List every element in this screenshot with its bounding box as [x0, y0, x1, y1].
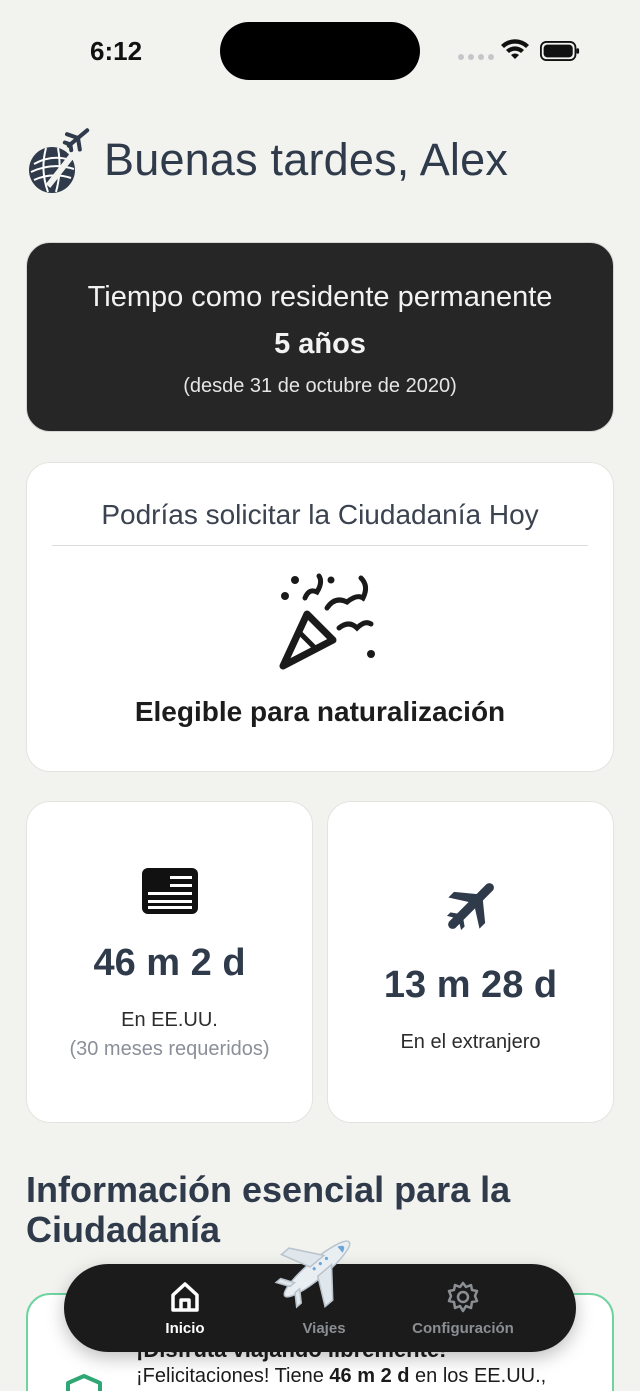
days-in-us-card: 46 m 2 d En EE.UU. (30 meses requeridos): [26, 801, 313, 1123]
dynamic-island: [220, 22, 420, 80]
globe-plane-logo-icon: [29, 128, 90, 193]
required-months-note: (30 meses requeridos): [69, 1038, 270, 1060]
greeting-title: Buenas tardes, Alex: [104, 134, 509, 185]
residency-title: Tiempo como residente permanente: [87, 281, 553, 313]
residency-since: (desde 31 de octubre de 2020): [183, 375, 457, 397]
eligibility-title: Podrías solicitar la Ciudadanía Hoy: [101, 499, 539, 530]
status-bar: 6:12: [0, 0, 640, 100]
gear-icon: [447, 1281, 479, 1312]
info-duration: 46 m 2 d: [329, 1365, 410, 1387]
info-text: ¡Felicitaciones! Tiene 46 m 2 d en los E…: [136, 1365, 547, 1387]
days-abroad-card: 13 m 28 d En el extranjero: [327, 801, 614, 1123]
airplane-emoji-icon[interactable]: [272, 1226, 362, 1312]
tab-label-settings: Configuración: [412, 1319, 514, 1337]
residency-value: 5 años: [274, 328, 366, 360]
status-time: 6:12: [90, 36, 143, 66]
divider: [52, 545, 588, 546]
tab-label-trips: Viajes: [302, 1319, 346, 1337]
eligibility-card: Podrías solicitar la Ciudadanía Hoy Eleg…: [26, 462, 614, 772]
home-icon: [171, 1281, 199, 1312]
days-abroad-value: 13 m 28 d: [383, 964, 558, 1006]
days-abroad-label: En el extranjero: [400, 1031, 541, 1053]
eligibility-status: Elegible para naturalización: [134, 696, 506, 727]
shield-icon: [66, 1374, 102, 1391]
party-popper-icon: [279, 573, 375, 670]
airplane-icon: [446, 883, 494, 931]
signal-icon: [458, 54, 494, 60]
tab-settings[interactable]: Configuración: [398, 1280, 528, 1337]
days-in-us-label: En EE.UU.: [121, 1009, 218, 1031]
flag-icon: [141, 868, 198, 914]
header: Buenas tardes, Alex: [26, 120, 508, 200]
battery-icon: [540, 41, 580, 61]
days-in-us-value: 46 m 2 d: [93, 942, 246, 984]
wifi-icon: [501, 39, 529, 59]
residency-time-card: Tiempo como residente permanente 5 años …: [26, 242, 614, 432]
tab-label-home: Inicio: [165, 1319, 205, 1337]
tab-home[interactable]: Inicio: [120, 1280, 250, 1337]
